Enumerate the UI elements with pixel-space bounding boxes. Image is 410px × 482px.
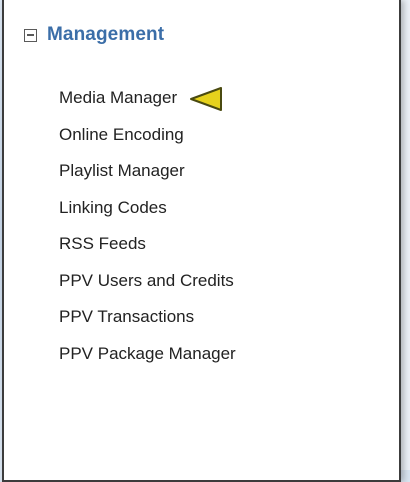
menu-item-playlist-manager[interactable]: Playlist Manager	[59, 161, 236, 198]
menu-item-label[interactable]: Media Manager	[59, 88, 177, 108]
menu-item-rss-feeds[interactable]: RSS Feeds	[59, 234, 236, 271]
menu-item-ppv-users-and-credits[interactable]: PPV Users and Credits	[59, 271, 236, 308]
section-header[interactable]: Management	[24, 22, 164, 48]
menu-item-label[interactable]: PPV Package Manager	[59, 344, 236, 364]
menu-item-label[interactable]: Linking Codes	[59, 198, 167, 218]
menu-item-label[interactable]: PPV Users and Credits	[59, 271, 234, 291]
menu-item-linking-codes[interactable]: Linking Codes	[59, 198, 236, 235]
menu-item-online-encoding[interactable]: Online Encoding	[59, 125, 236, 162]
menu-item-label[interactable]: PPV Transactions	[59, 307, 194, 327]
management-panel: Management Media Manager Online Encoding…	[2, 0, 401, 482]
management-menu: Media Manager Online Encoding Playlist M…	[59, 87, 236, 381]
menu-item-label[interactable]: Online Encoding	[59, 125, 184, 145]
menu-item-ppv-package-manager[interactable]: PPV Package Manager	[59, 344, 236, 381]
section-title[interactable]: Management	[47, 24, 164, 46]
menu-item-media-manager[interactable]: Media Manager	[59, 87, 236, 125]
menu-item-ppv-transactions[interactable]: PPV Transactions	[59, 307, 236, 344]
menu-item-label[interactable]: Playlist Manager	[59, 161, 185, 181]
menu-item-label[interactable]: RSS Feeds	[59, 234, 146, 254]
collapse-minus-icon[interactable]	[24, 28, 37, 42]
